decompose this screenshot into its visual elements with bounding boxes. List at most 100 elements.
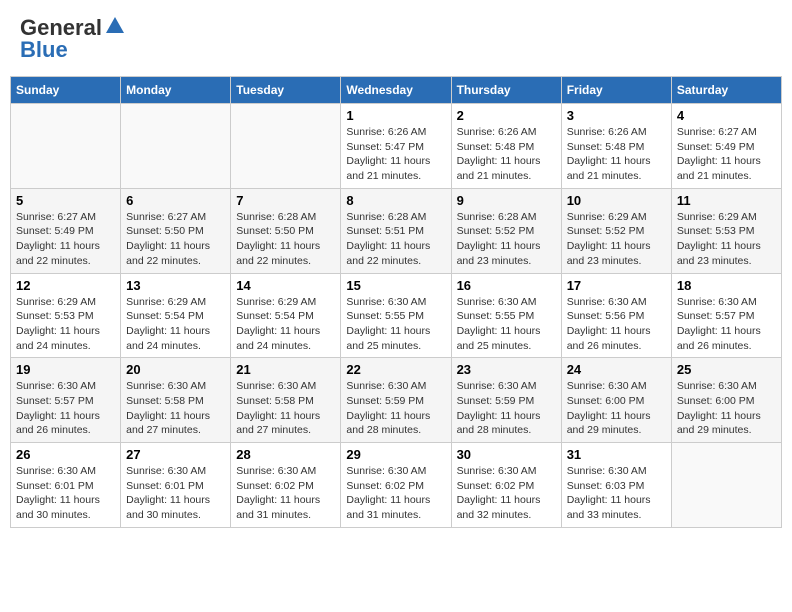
day-number: 16 — [457, 278, 556, 293]
calendar-cell: 23 Sunrise: 6:30 AM Sunset: 5:59 PM Dayli… — [451, 358, 561, 443]
calendar-cell: 17 Sunrise: 6:30 AM Sunset: 5:56 PM Dayli… — [561, 273, 671, 358]
calendar-week-row: 26 Sunrise: 6:30 AM Sunset: 6:01 PM Dayli… — [11, 443, 782, 528]
logo: General Blue — [20, 15, 126, 63]
day-number: 25 — [677, 362, 776, 377]
calendar-cell: 10 Sunrise: 6:29 AM Sunset: 5:52 PM Dayli… — [561, 188, 671, 273]
day-info: Sunrise: 6:27 AM Sunset: 5:49 PM Dayligh… — [677, 125, 776, 184]
day-number: 24 — [567, 362, 666, 377]
calendar-cell: 22 Sunrise: 6:30 AM Sunset: 5:59 PM Dayli… — [341, 358, 451, 443]
day-number: 19 — [16, 362, 115, 377]
calendar-cell — [121, 104, 231, 189]
calendar-cell: 1Sunrise: 6:26 AM Sunset: 5:47 PM Daylig… — [341, 104, 451, 189]
day-number: 26 — [16, 447, 115, 462]
page-header: General Blue — [10, 10, 782, 68]
day-number: 23 — [457, 362, 556, 377]
day-info: Sunrise: 6:28 AM Sunset: 5:50 PM Dayligh… — [236, 210, 335, 269]
calendar-cell: 24 Sunrise: 6:30 AM Sunset: 6:00 PM Dayli… — [561, 358, 671, 443]
calendar-cell — [11, 104, 121, 189]
calendar-cell: 19 Sunrise: 6:30 AM Sunset: 5:57 PM Dayli… — [11, 358, 121, 443]
day-number: 30 — [457, 447, 556, 462]
day-info: Sunrise: 6:30 AM Sunset: 6:02 PM Dayligh… — [346, 464, 445, 523]
calendar-cell: 20Sunrise: 6:30 AM Sunset: 5:58 PM Dayli… — [121, 358, 231, 443]
day-info: Sunrise: 6:30 AM Sunset: 5:56 PM Dayligh… — [567, 295, 666, 354]
day-info: Sunrise: 6:29 AM Sunset: 5:52 PM Dayligh… — [567, 210, 666, 269]
calendar-cell: 11Sunrise: 6:29 AM Sunset: 5:53 PM Dayli… — [671, 188, 781, 273]
day-number: 15 — [346, 278, 445, 293]
calendar-cell: 30 Sunrise: 6:30 AM Sunset: 6:02 PM Dayli… — [451, 443, 561, 528]
day-info: Sunrise: 6:26 AM Sunset: 5:48 PM Dayligh… — [567, 125, 666, 184]
calendar-week-row: 5 Sunrise: 6:27 AM Sunset: 5:49 PM Daylig… — [11, 188, 782, 273]
calendar-cell: 15 Sunrise: 6:30 AM Sunset: 5:55 PM Dayli… — [341, 273, 451, 358]
calendar-cell: 8 Sunrise: 6:28 AM Sunset: 5:51 PM Daylig… — [341, 188, 451, 273]
calendar-week-row: 19 Sunrise: 6:30 AM Sunset: 5:57 PM Dayli… — [11, 358, 782, 443]
calendar-cell: 12 Sunrise: 6:29 AM Sunset: 5:53 PM Dayli… — [11, 273, 121, 358]
weekday-header-friday: Friday — [561, 77, 671, 104]
day-number: 28 — [236, 447, 335, 462]
day-info: Sunrise: 6:29 AM Sunset: 5:53 PM Dayligh… — [16, 295, 115, 354]
day-number: 4 — [677, 108, 776, 123]
calendar-week-row: 1Sunrise: 6:26 AM Sunset: 5:47 PM Daylig… — [11, 104, 782, 189]
day-info: Sunrise: 6:27 AM Sunset: 5:50 PM Dayligh… — [126, 210, 225, 269]
day-info: Sunrise: 6:30 AM Sunset: 6:01 PM Dayligh… — [16, 464, 115, 523]
calendar-cell: 21 Sunrise: 6:30 AM Sunset: 5:58 PM Dayli… — [231, 358, 341, 443]
day-info: Sunrise: 6:29 AM Sunset: 5:54 PM Dayligh… — [126, 295, 225, 354]
day-info: Sunrise: 6:30 AM Sunset: 6:02 PM Dayligh… — [457, 464, 556, 523]
day-number: 6 — [126, 193, 225, 208]
calendar-cell — [231, 104, 341, 189]
day-info: Sunrise: 6:30 AM Sunset: 6:03 PM Dayligh… — [567, 464, 666, 523]
day-info: Sunrise: 6:26 AM Sunset: 5:48 PM Dayligh… — [457, 125, 556, 184]
weekday-header-saturday: Saturday — [671, 77, 781, 104]
day-info: Sunrise: 6:30 AM Sunset: 5:55 PM Dayligh… — [457, 295, 556, 354]
day-number: 10 — [567, 193, 666, 208]
day-number: 9 — [457, 193, 556, 208]
day-number: 22 — [346, 362, 445, 377]
day-info: Sunrise: 6:30 AM Sunset: 6:00 PM Dayligh… — [677, 379, 776, 438]
calendar-cell: 16 Sunrise: 6:30 AM Sunset: 5:55 PM Dayli… — [451, 273, 561, 358]
calendar-cell: 28 Sunrise: 6:30 AM Sunset: 6:02 PM Dayli… — [231, 443, 341, 528]
day-info: Sunrise: 6:27 AM Sunset: 5:49 PM Dayligh… — [16, 210, 115, 269]
day-number: 7 — [236, 193, 335, 208]
calendar-week-row: 12 Sunrise: 6:29 AM Sunset: 5:53 PM Dayli… — [11, 273, 782, 358]
calendar-cell: 29 Sunrise: 6:30 AM Sunset: 6:02 PM Dayli… — [341, 443, 451, 528]
day-number: 3 — [567, 108, 666, 123]
calendar-cell: 18Sunrise: 6:30 AM Sunset: 5:57 PM Dayli… — [671, 273, 781, 358]
calendar-cell: 26 Sunrise: 6:30 AM Sunset: 6:01 PM Dayli… — [11, 443, 121, 528]
day-info: Sunrise: 6:30 AM Sunset: 5:58 PM Dayligh… — [126, 379, 225, 438]
calendar-cell: 14 Sunrise: 6:29 AM Sunset: 5:54 PM Dayli… — [231, 273, 341, 358]
weekday-header-row: SundayMondayTuesdayWednesdayThursdayFrid… — [11, 77, 782, 104]
day-info: Sunrise: 6:30 AM Sunset: 6:01 PM Dayligh… — [126, 464, 225, 523]
weekday-header-sunday: Sunday — [11, 77, 121, 104]
calendar-cell: 5 Sunrise: 6:27 AM Sunset: 5:49 PM Daylig… — [11, 188, 121, 273]
day-info: Sunrise: 6:30 AM Sunset: 5:57 PM Dayligh… — [677, 295, 776, 354]
day-info: Sunrise: 6:30 AM Sunset: 6:00 PM Dayligh… — [567, 379, 666, 438]
day-number: 2 — [457, 108, 556, 123]
day-number: 27 — [126, 447, 225, 462]
calendar-cell: 9 Sunrise: 6:28 AM Sunset: 5:52 PM Daylig… — [451, 188, 561, 273]
day-number: 14 — [236, 278, 335, 293]
day-number: 31 — [567, 447, 666, 462]
day-number: 17 — [567, 278, 666, 293]
day-info: Sunrise: 6:30 AM Sunset: 5:59 PM Dayligh… — [457, 379, 556, 438]
calendar-cell: 6 Sunrise: 6:27 AM Sunset: 5:50 PM Daylig… — [121, 188, 231, 273]
day-info: Sunrise: 6:30 AM Sunset: 5:57 PM Dayligh… — [16, 379, 115, 438]
calendar-table: SundayMondayTuesdayWednesdayThursdayFrid… — [10, 76, 782, 528]
weekday-header-monday: Monday — [121, 77, 231, 104]
day-number: 5 — [16, 193, 115, 208]
day-number: 12 — [16, 278, 115, 293]
day-info: Sunrise: 6:30 AM Sunset: 5:59 PM Dayligh… — [346, 379, 445, 438]
day-number: 8 — [346, 193, 445, 208]
calendar-cell: 31 Sunrise: 6:30 AM Sunset: 6:03 PM Dayli… — [561, 443, 671, 528]
calendar-cell: 7 Sunrise: 6:28 AM Sunset: 5:50 PM Daylig… — [231, 188, 341, 273]
day-info: Sunrise: 6:28 AM Sunset: 5:51 PM Dayligh… — [346, 210, 445, 269]
day-info: Sunrise: 6:29 AM Sunset: 5:54 PM Dayligh… — [236, 295, 335, 354]
day-number: 11 — [677, 193, 776, 208]
calendar-cell: 13Sunrise: 6:29 AM Sunset: 5:54 PM Dayli… — [121, 273, 231, 358]
day-number: 29 — [346, 447, 445, 462]
logo-icon — [104, 15, 126, 37]
day-info: Sunrise: 6:30 AM Sunset: 5:58 PM Dayligh… — [236, 379, 335, 438]
day-info: Sunrise: 6:30 AM Sunset: 5:55 PM Dayligh… — [346, 295, 445, 354]
calendar-cell: 4 Sunrise: 6:27 AM Sunset: 5:49 PM Daylig… — [671, 104, 781, 189]
day-info: Sunrise: 6:30 AM Sunset: 6:02 PM Dayligh… — [236, 464, 335, 523]
day-info: Sunrise: 6:28 AM Sunset: 5:52 PM Dayligh… — [457, 210, 556, 269]
day-number: 21 — [236, 362, 335, 377]
